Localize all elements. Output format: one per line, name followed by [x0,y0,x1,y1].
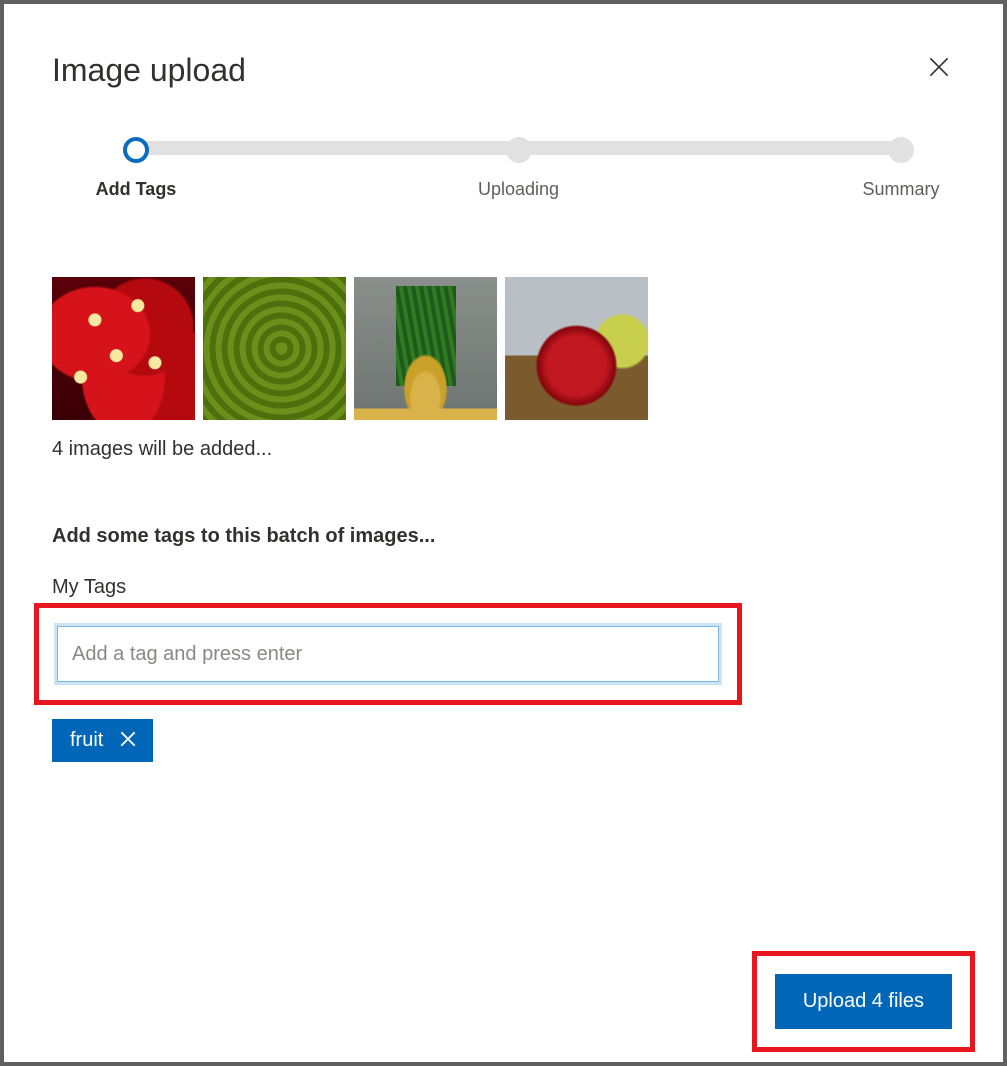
step-add-tags: Add Tags [66,137,206,200]
tags-section-heading: Add some tags to this batch of images... [52,525,955,548]
tag-input[interactable] [57,626,719,682]
upload-files-button[interactable]: Upload 4 files [775,974,952,1029]
step-dot-active [123,137,149,163]
step-uploading: Uploading [449,137,589,200]
close-icon [926,54,952,83]
progress-stepper: Add Tags Uploading Summary [112,137,925,207]
modal-title: Image upload [52,52,955,89]
tag-chip: fruit [52,719,153,762]
thumbnail-row [52,277,955,420]
image-thumbnail[interactable] [354,277,497,420]
image-thumbnail[interactable] [505,277,648,420]
remove-tag-button[interactable] [117,730,139,752]
close-icon [118,729,138,752]
step-label: Add Tags [66,179,206,200]
step-label: Summary [831,179,971,200]
step-summary: Summary [831,137,971,200]
close-button[interactable] [923,52,955,84]
step-label: Uploading [449,179,589,200]
step-dot [506,137,532,163]
step-dot [888,137,914,163]
my-tags-label: My Tags [52,576,955,599]
upload-button-highlight: Upload 4 files [752,951,975,1052]
image-upload-modal: Image upload Add Tags Uploading Summary [4,4,1003,1062]
images-added-status: 4 images will be added... [52,438,955,461]
tag-chip-label: fruit [70,729,103,752]
image-thumbnail[interactable] [203,277,346,420]
tag-input-highlight [34,603,742,705]
image-thumbnail[interactable] [52,277,195,420]
